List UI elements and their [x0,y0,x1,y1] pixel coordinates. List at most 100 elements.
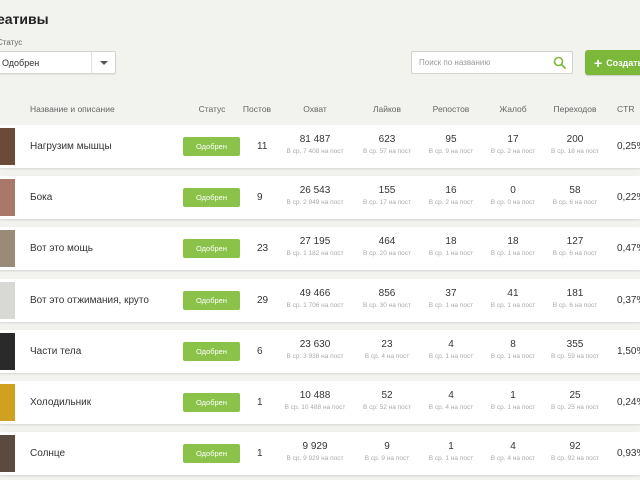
creative-thumbnail[interactable] [0,128,15,165]
reposts-average: В ср. 1 на пост [428,455,474,463]
complaints-average: В ср. 1 на пост [490,352,536,360]
likes-value: 23 [381,338,393,350]
metric-likes: 9 В ср. 9 на пост [365,441,409,462]
metric-clicks: 355 В ср. 59 на пост [551,339,599,360]
likes-average: В ср. 52 на пост [362,404,412,411]
status-badge: Одобрен [183,137,240,156]
likes-average: В ср. 9 на пост [364,455,410,463]
reach-value: 10 488 [299,390,331,401]
complaints-average: В ср. 0 на пост [490,199,536,207]
creative-name[interactable]: Части тела [30,346,81,357]
reposts-average: В ср. 1 на пост [428,301,474,309]
reach-value: 23 630 [299,338,331,350]
column-header-clicks[interactable]: Переходов [553,104,596,114]
complaints-value: 8 [510,338,516,350]
search-input[interactable] [412,58,550,67]
chevron-down-icon[interactable] [91,52,115,73]
creative-name[interactable]: Вот это отжимания, круто [30,295,149,306]
clicks-value: 181 [566,287,584,299]
column-header-likes[interactable]: Лайков [373,104,401,114]
posts-count: 23 [257,243,269,255]
status-badge: Одобрен [183,393,240,412]
metric-likes: 155 В ср. 17 на пост [363,185,411,206]
plus-icon: + [594,54,603,71]
status-filter-select[interactable]: Одобрен [0,51,116,74]
search-box[interactable] [411,51,573,74]
likes-average: В ср. 20 на пост [362,250,412,258]
reach-average: В ср. 2 949 на пост [286,199,344,207]
status-badge: Одобрен [183,341,240,361]
create-button[interactable]: + Создать [585,50,640,75]
reposts-value: 18 [445,236,457,248]
posts-count: 11 [257,141,268,152]
reach-average: В ср. 9 929 на пост [286,455,344,463]
metric-reach: 81 487 В ср. 7 408 на пост [286,134,343,155]
creative-thumbnail[interactable] [0,332,15,370]
metric-clicks: 25 В ср. 25 на пост [551,390,599,411]
ctr-value: 0,24% [617,397,640,408]
complaints-value: 17 [507,134,519,145]
create-button-label: Создать [606,57,640,68]
creative-name[interactable]: Бока [30,192,52,203]
reach-average: В ср. 10 488 на пост [284,404,346,411]
status-filter-label: Статус [0,38,23,47]
column-header-reach[interactable]: Охват [303,104,327,114]
metric-clicks: 127 В ср. 6 на пост [553,236,597,257]
table-row[interactable]: Вот это отжимания, круто Одобрен 29 49 466 В… [0,278,640,322]
creative-thumbnail[interactable] [0,179,15,217]
table-row[interactable]: Вот это мощь Одобрен 23 27 195 В ср. 1 182 н… [0,227,640,271]
creative-thumbnail[interactable] [0,384,15,421]
metric-reposts: 95 В ср. 9 на пост [429,134,473,155]
creative-thumbnail[interactable] [0,435,15,473]
ctr-value: 1,50% [617,345,640,357]
column-header-ctr[interactable]: CTR [617,104,634,114]
clicks-value: 92 [569,441,581,453]
metric-reach: 26 543 В ср. 2 949 на пост [286,185,343,206]
complaints-value: 0 [510,185,516,197]
likes-value: 52 [381,390,393,401]
clicks-value: 127 [566,236,584,248]
metric-reposts: 4 В ср. 4 на пост [429,390,473,411]
metric-complaints: 8 В ср. 1 на пост [491,339,535,360]
table-row[interactable]: Холодильник Одобрен 1 10 488 В ср. 10 488 на… [0,381,640,424]
reposts-value: 4 [448,390,454,401]
complaints-average: В ср. 2 на пост [490,148,536,155]
complaints-average: В ср. 1 на пост [490,301,536,309]
column-header-complaints[interactable]: Жалоб [499,104,526,114]
search-icon[interactable] [553,56,566,69]
metric-likes: 52 В ср. 52 на пост [363,390,411,411]
reach-value: 49 466 [299,287,331,299]
clicks-average: В ср. 25 на пост [550,404,600,411]
likes-value: 155 [378,185,396,197]
likes-average: В ср. 4 на пост [364,352,410,360]
creative-name[interactable]: Нагрузим мышцы [30,141,112,152]
table-row[interactable]: Части тела Одобрен 6 23 630 В ср. 3 938 на п… [0,329,640,373]
creative-thumbnail[interactable] [0,230,15,268]
metric-complaints: 18 В ср. 1 на пост [491,236,535,257]
table-row[interactable]: Бока Одобрен 9 26 543 В ср. 2 949 на пост 155… [0,176,640,220]
metric-complaints: 1 В ср. 1 на пост [491,390,535,411]
reposts-average: В ср. 9 на пост [428,148,474,155]
column-header-reposts[interactable]: Репостов [433,104,470,114]
creative-thumbnail[interactable] [0,281,15,319]
likes-value: 623 [378,134,396,145]
complaints-value: 18 [507,236,519,248]
posts-count: 6 [257,345,263,357]
likes-average: В ср. 57 на пост [362,148,412,155]
column-header-posts[interactable]: Постов [243,104,271,114]
reach-value: 81 487 [299,134,331,145]
metric-complaints: 17 В ср. 2 на пост [491,134,535,155]
creative-name[interactable]: Вот это мощь [30,243,93,254]
reach-average: В ср. 7 408 на пост [286,148,344,155]
metric-clicks: 200 В ср. 18 на пост [551,134,599,155]
creative-name[interactable]: Солнце [30,448,65,459]
metric-reposts: 37 В ср. 1 на пост [429,288,473,309]
clicks-average: В ср. 92 на пост [550,455,600,463]
clicks-average: В ср. 18 на пост [550,148,600,155]
table-row[interactable]: Нагрузим мышцы Одобрен 11 81 487 В ср. 7 408… [0,125,640,168]
posts-count: 29 [257,294,269,306]
table-row[interactable]: Солнце Одобрен 1 9 929 В ср. 9 929 на пост 9 В… [0,432,640,476]
creative-name[interactable]: Холодильник [30,397,91,408]
column-header-status[interactable]: Статус [199,104,226,114]
column-header-name[interactable]: Название и описание [30,104,115,114]
